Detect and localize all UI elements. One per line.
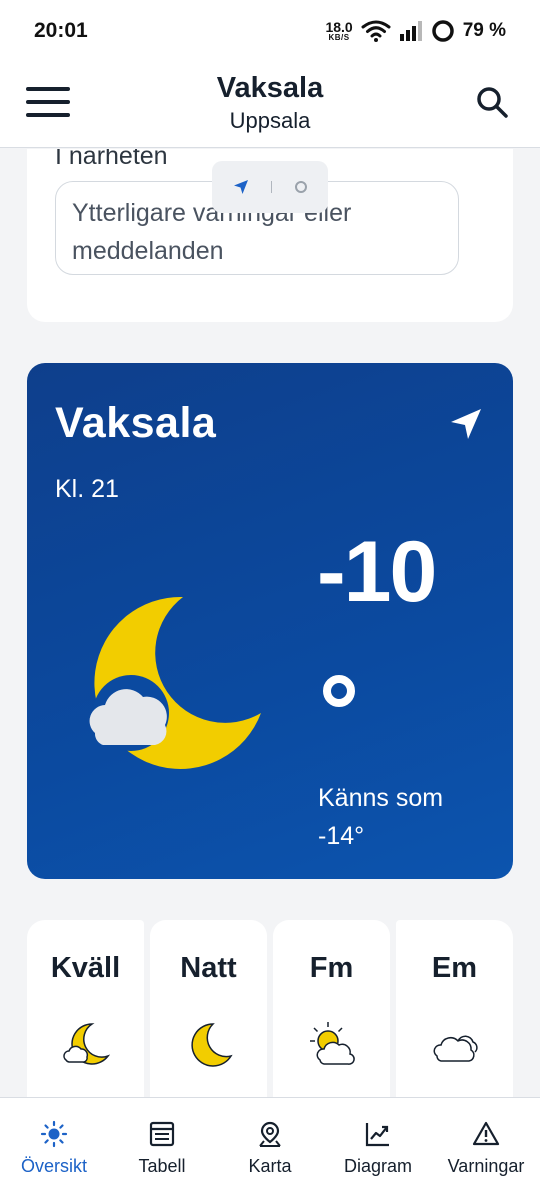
page-title: Vaksala: [216, 72, 324, 104]
status-icons: 18.0 KB/S 79 %: [325, 19, 506, 43]
moon-cloud-icon: [89, 596, 261, 769]
bottom-nav: Översikt Tabell Karta Diagram Varningar: [0, 1097, 540, 1200]
period-label: Fm: [309, 952, 354, 984]
nav-label: Karta: [248, 1156, 292, 1176]
search-icon[interactable]: [474, 84, 510, 120]
period-card[interactable]: Kväll: [27, 920, 144, 1097]
feels-like-value: -14°: [318, 822, 365, 850]
sun-cloud-icon: [309, 1022, 355, 1065]
network-speed-unit: KB/S: [328, 33, 350, 42]
period-card[interactable]: Fm: [273, 920, 390, 1097]
nav-item-karta[interactable]: Karta: [216, 1098, 324, 1200]
day-periods: Kväll Natt Fm Em: [27, 920, 513, 1097]
period-label: Natt: [180, 952, 237, 984]
weather-location: Vaksala: [55, 399, 217, 447]
period-label: Em: [431, 952, 478, 984]
nav-item-varningar[interactable]: Varningar: [432, 1098, 540, 1200]
period-label: Kväll: [50, 952, 121, 984]
nav-item-tabell[interactable]: Tabell: [108, 1098, 216, 1200]
warnings-heading: I närheten: [55, 149, 168, 170]
current-location-icon: [234, 180, 249, 194]
moon-icon: [190, 1023, 233, 1067]
period-card[interactable]: Em: [396, 920, 513, 1097]
location-pager[interactable]: [212, 161, 328, 213]
battery-ring-icon: [431, 20, 454, 42]
temperature-value: -10: [317, 524, 437, 620]
main-content[interactable]: I närheten Ytterligare varningar eller m…: [0, 149, 540, 1097]
nav-item-diagram[interactable]: Diagram: [324, 1098, 432, 1200]
nav-item-oversikt[interactable]: Översikt: [0, 1098, 108, 1200]
network-speed: 18.0 KB/S: [325, 20, 352, 42]
app-header: Vaksala Uppsala: [0, 62, 540, 148]
location-arrow-icon: [451, 409, 481, 439]
warning-icon: [472, 1121, 500, 1146]
chart-icon: [365, 1123, 389, 1147]
feels-like-label: Känns som: [318, 784, 444, 812]
signal-icon: [399, 21, 422, 41]
wifi-icon: [361, 20, 391, 42]
pager-dot: [294, 181, 307, 193]
sun-icon: [40, 1120, 68, 1148]
degree-symbol: [323, 675, 355, 707]
weather-time: Kl. 21: [55, 475, 119, 503]
nav-label: Översikt: [20, 1156, 87, 1176]
period-card[interactable]: Natt: [150, 920, 267, 1097]
network-speed-value: 18.0: [325, 19, 353, 35]
page-subtitle: Uppsala: [229, 108, 311, 133]
map-pin-icon: [259, 1121, 281, 1147]
moon-cloud-icon: [62, 1023, 110, 1065]
pager-separator: [271, 181, 273, 193]
nav-label: Tabell: [138, 1156, 186, 1176]
current-weather-card[interactable]: Vaksala Kl. 21 -10 Känns som -14°: [27, 363, 513, 879]
battery-percent: 79 %: [462, 20, 506, 41]
nav-label: Diagram: [343, 1156, 413, 1176]
table-icon: [149, 1121, 175, 1147]
nav-label: Varningar: [447, 1156, 525, 1176]
feels-like: Känns som -14°: [318, 779, 443, 855]
status-bar: 20:01 18.0 KB/S 79 %: [0, 0, 540, 62]
cloud-icon: [433, 1035, 478, 1062]
status-time: 20:01: [34, 19, 88, 42]
